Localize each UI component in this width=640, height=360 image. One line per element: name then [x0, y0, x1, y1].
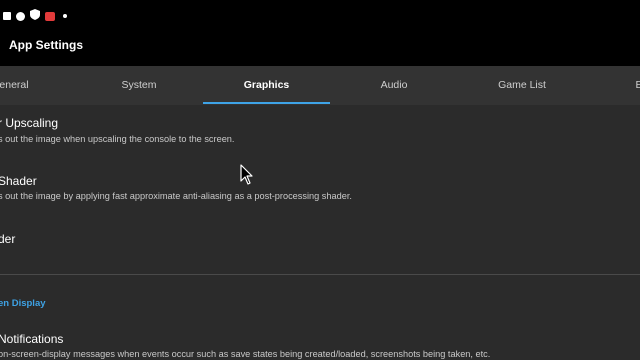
active-tab-indicator — [203, 102, 330, 104]
status-bar — [0, 0, 640, 30]
tab-overflow[interactable]: E — [634, 66, 640, 105]
shield-icon — [30, 7, 40, 25]
page-title: App Settings — [9, 38, 83, 52]
settings-list[interactable]: r Upscaling s out the image when upscali… — [0, 105, 640, 360]
pref-shader-selection-title[interactable]: der — [0, 232, 15, 246]
red-app-icon — [45, 11, 55, 21]
tab-audio[interactable]: Audio — [353, 66, 435, 105]
mouse-cursor-icon — [240, 164, 253, 185]
pref-upscaling-title[interactable]: r Upscaling — [0, 116, 58, 130]
tab-bar: eneral System Graphics Audio Game List E — [0, 66, 640, 105]
dot-icon — [63, 14, 67, 18]
square-icon — [3, 12, 11, 20]
pref-shader-title[interactable]: Shader — [0, 174, 37, 188]
pref-notifications-title[interactable]: Notifications — [0, 332, 63, 346]
tab-game-list[interactable]: Game List — [478, 66, 566, 105]
circle-icon — [16, 11, 25, 21]
pref-shader-summary: s out the image by applying fast approxi… — [0, 191, 352, 201]
tab-system[interactable]: System — [98, 66, 180, 105]
pref-upscaling-summary: s out the image when upscaling the conso… — [0, 134, 235, 144]
pref-notifications-summary: on-screen-display messages when events o… — [0, 349, 491, 359]
status-icons — [3, 9, 72, 23]
app-bar: App Settings — [0, 30, 640, 66]
section-divider — [0, 274, 640, 275]
tab-graphics[interactable]: Graphics — [203, 66, 330, 105]
section-header-on-screen-display: en Display — [0, 298, 46, 309]
tab-general[interactable]: eneral — [0, 66, 34, 105]
